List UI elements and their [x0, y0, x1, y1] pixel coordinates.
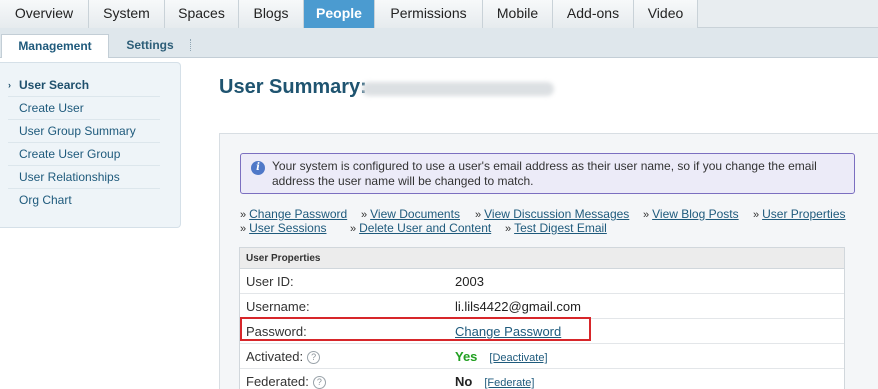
action-link-change-password[interactable]: » Change Password: [240, 207, 347, 221]
help-icon[interactable]: ?: [312, 376, 326, 389]
federated-status: No: [455, 374, 473, 389]
action-link-view-documents[interactable]: » View Documents: [361, 207, 460, 221]
sidebar-item-create-user[interactable]: Create User: [8, 97, 160, 120]
sidebar: › User Search Create User User Group Sum…: [0, 62, 181, 228]
action-link-delete-user[interactable]: » Delete User and Content: [350, 221, 491, 235]
sidebar-item-label: User Relationships: [19, 170, 120, 184]
bullet-icon: ›: [8, 80, 11, 90]
page-title: User Summary:: [219, 76, 367, 98]
action-link-user-sessions[interactable]: » User Sessions: [240, 221, 327, 235]
row-value: 2003: [455, 274, 484, 289]
row-value: Yes [Deactivate]: [455, 349, 548, 364]
table-row-activated: Activated:? Yes [Deactivate]: [240, 344, 844, 369]
activated-status: Yes: [455, 349, 478, 364]
federate-link[interactable]: [Federate]: [484, 377, 534, 389]
row-label: Username:: [246, 299, 310, 314]
info-icon: i: [251, 161, 265, 175]
sidebar-item-org-chart[interactable]: Org Chart: [8, 189, 160, 212]
sidebar-item-label: Org Chart: [19, 193, 72, 207]
password-highlight-box: [240, 317, 591, 341]
sidebar-item-user-group-summary[interactable]: User Group Summary: [8, 120, 160, 143]
row-label: Federated:?: [246, 374, 326, 389]
table-row-federated: Federated:? No [Federate]: [240, 369, 844, 389]
sidebar-item-label: Create User: [19, 101, 84, 115]
table-row-username: Username: li.lils4422@gmail.com: [240, 294, 844, 319]
subtab-settings[interactable]: Settings: [116, 34, 184, 58]
sub-nav: Management Settings: [0, 28, 878, 58]
action-link-view-discussion-messages[interactable]: » View Discussion Messages: [475, 207, 629, 221]
sidebar-item-user-search[interactable]: › User Search: [8, 74, 160, 97]
sidebar-item-label: Create User Group: [19, 147, 121, 161]
tab-blogs[interactable]: Blogs: [239, 0, 304, 28]
tab-mobile[interactable]: Mobile: [483, 0, 553, 28]
sidebar-item-create-user-group[interactable]: Create User Group: [8, 143, 160, 166]
action-link-test-digest-email[interactable]: » Test Digest Email: [505, 221, 607, 235]
info-message-text: Your system is configured to use a user'…: [272, 159, 817, 188]
tab-people[interactable]: People: [304, 0, 375, 28]
tab-video[interactable]: Video: [634, 0, 698, 28]
sidebar-item-user-relationships[interactable]: User Relationships: [8, 166, 160, 189]
redacted-username: [362, 82, 554, 96]
top-nav: Overview System Spaces Blogs People Perm…: [0, 0, 878, 28]
sidebar-item-label: User Group Summary: [19, 124, 136, 138]
tab-spaces[interactable]: Spaces: [165, 0, 239, 28]
table-row-user-id: User ID: 2003: [240, 269, 844, 294]
action-link-user-properties[interactable]: » User Properties: [753, 207, 846, 221]
subnav-divider: [190, 39, 191, 51]
info-message-box: i Your system is configured to use a use…: [240, 153, 855, 194]
help-icon[interactable]: ?: [307, 351, 321, 364]
tab-add-ons[interactable]: Add-ons: [553, 0, 634, 28]
action-link-view-blog-posts[interactable]: » View Blog Posts: [643, 207, 739, 221]
tab-system[interactable]: System: [89, 0, 165, 28]
tab-overview[interactable]: Overview: [0, 0, 89, 28]
row-label: User ID:: [246, 274, 294, 289]
row-label: Activated:?: [246, 349, 321, 364]
row-value: No [Federate]: [455, 374, 534, 389]
sidebar-item-label: User Search: [19, 78, 90, 92]
deactivate-link[interactable]: [Deactivate]: [489, 352, 547, 364]
row-value: li.lils4422@gmail.com: [455, 299, 581, 314]
table-header: User Properties: [240, 248, 844, 269]
tab-permissions[interactable]: Permissions: [375, 0, 483, 28]
subtab-management[interactable]: Management: [1, 34, 109, 58]
